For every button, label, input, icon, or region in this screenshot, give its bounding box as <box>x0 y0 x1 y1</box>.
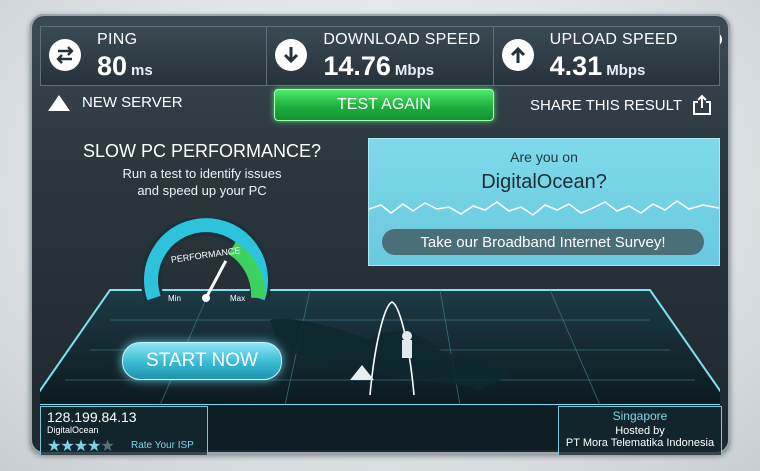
ad-isp-name: DigitalOcean? <box>481 171 607 193</box>
download-value: 14.76 Mbps <box>323 51 435 81</box>
server-host: PT Mora Telematika Indonesia <box>565 437 715 449</box>
gauge-min: Min <box>168 294 181 303</box>
results-bar: PING 80ms DOWNLOAD SPEED i 14.76Mbps UPL… <box>40 26 723 86</box>
gauge-label: PERFORMANCE <box>170 245 241 265</box>
server-info: Singapore Hosted by PT Mora Telematika I… <box>558 406 722 455</box>
ping-value: 80 ms <box>97 51 153 81</box>
isp-survey-ad[interactable]: Are you on DigitalOcean? Take our Broadb… <box>368 138 720 266</box>
server-city: Singapore <box>612 409 668 423</box>
promo-subtitle-line2: and speed up your PC <box>137 183 267 198</box>
new-server-button[interactable]: NEW SERVER <box>48 94 183 111</box>
pyramid-icon <box>48 94 70 111</box>
ping-arrows-icon <box>49 39 81 71</box>
new-server-label: NEW SERVER <box>82 94 183 111</box>
rating-star-icon[interactable]: ★ <box>60 438 74 455</box>
rating-star-icon[interactable]: ★ <box>100 438 114 455</box>
rating-star-icon[interactable]: ★ <box>87 438 101 455</box>
share-result-button[interactable]: SHARE THIS RESULT <box>530 94 712 116</box>
client-info: 128.199.84.13 DigitalOcean ★★★★★ Rate Yo… <box>40 406 208 455</box>
hosted-by-label: Hosted by <box>615 425 665 437</box>
download-stat: DOWNLOAD SPEED i 14.76Mbps <box>266 26 723 86</box>
gauge-max: Max <box>230 294 245 303</box>
rating-star-icon[interactable]: ★ <box>74 438 88 455</box>
survey-button[interactable]: Take our Broadband Internet Survey! <box>382 229 704 255</box>
ping-stat: PING 80 ms <box>40 26 267 86</box>
download-arrow-icon <box>275 39 308 71</box>
rating-star-icon[interactable]: ★ <box>47 438 61 455</box>
client-isp: DigitalOcean <box>47 425 99 435</box>
share-label: SHARE THIS RESULT <box>530 96 682 114</box>
action-bar: NEW SERVER TEST AGAIN SHARE THIS RESULT <box>40 86 720 122</box>
performance-gauge: PERFORMANCE Min Max <box>141 218 271 303</box>
start-now-button[interactable]: START NOW <box>122 342 282 380</box>
upload-stat: UPLOAD SPEED 4.31 Mbps <box>492 26 720 86</box>
isp-rating-stars[interactable]: ★★★★★ <box>47 436 115 456</box>
share-icon <box>693 94 711 115</box>
promo-subtitle-line1: Run a test to identify issues <box>122 166 282 181</box>
test-again-button[interactable]: TEST AGAIN <box>274 89 494 121</box>
ad-question: Are you on <box>510 149 578 165</box>
promo-title: SLOW PC PERFORMANCE? <box>82 141 322 161</box>
ping-unit: ms <box>131 62 153 79</box>
upload-unit: Mbps <box>606 62 646 79</box>
ping-label: PING <box>97 31 138 48</box>
upload-arrow-icon <box>501 39 534 71</box>
client-ip: 128.199.84.13 <box>47 409 137 425</box>
upload-label: UPLOAD SPEED <box>549 31 678 48</box>
upload-value: 4.31 Mbps <box>549 51 646 81</box>
rate-isp-link[interactable]: Rate Your ISP <box>131 440 194 451</box>
download-label: DOWNLOAD SPEED <box>323 31 481 48</box>
download-unit: Mbps <box>394 62 435 79</box>
